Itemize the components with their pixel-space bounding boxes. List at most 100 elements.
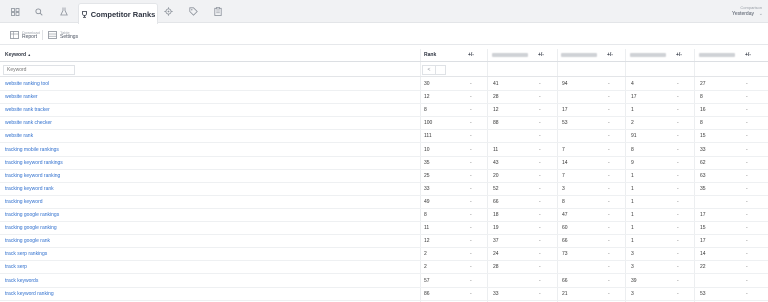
search-icon[interactable] (32, 6, 46, 17)
competitor-4-header[interactable] (699, 52, 735, 58)
diff-column-header[interactable]: +/- (607, 52, 613, 58)
settings-icon[interactable] (161, 6, 175, 17)
flask-icon[interactable] (57, 6, 71, 17)
comparison-selector[interactable]: Comparison Yesterday ⌄ (731, 5, 763, 17)
keyword-filter-input[interactable] (3, 65, 75, 75)
competitor-2-cell: 7 (562, 172, 565, 179)
competitor-3-cell: 1 (631, 198, 634, 205)
competitor-1-diff-cell: - (539, 212, 541, 218)
chevron-down-icon: ⌄ (758, 11, 763, 17)
competitor-4-diff-cell: - (746, 133, 748, 140)
competitor-4-cell: 8 (700, 120, 703, 127)
competitor-3-diff-cell: - (677, 94, 679, 101)
keyword-link[interactable]: tracking mobile rankings (5, 147, 59, 153)
competitor-4-diff-cell: - (746, 81, 748, 87)
competitor-1-cell: 20 (493, 172, 499, 179)
competitor-1-diff-cell: - (539, 251, 541, 258)
diff-column-header[interactable]: +/- (468, 52, 474, 58)
competitor-1-cell: 28 (493, 264, 499, 271)
keyword-link[interactable]: tracking keyword ranking (5, 173, 60, 179)
rank-cell: 12 (424, 94, 430, 101)
tag-icon[interactable] (186, 6, 200, 17)
competitor-1-cell: 28 (493, 94, 499, 101)
competitor-2-cell: 94 (562, 81, 568, 87)
diff-column-header[interactable]: +/- (538, 52, 544, 58)
download-report-button[interactable]: Download Report (10, 28, 40, 41)
keyword-header-label: Keyword (5, 52, 27, 58)
competitor-3-diff-cell: - (677, 212, 679, 218)
rank-cell: 49 (424, 198, 430, 205)
competitor-1-diff-cell: - (539, 107, 541, 114)
competitor-2-cell: 66 (562, 238, 568, 245)
competitor-3-cell: 1 (631, 212, 634, 218)
table-row: website ranking tool 30 - 41 - 94 - 4 - 27 - (0, 78, 768, 91)
competitor-3-cell: 8 (631, 146, 634, 153)
competitor-1-diff-cell: - (539, 146, 541, 153)
competitor-3-diff-cell: - (677, 277, 679, 284)
keyword-link[interactable]: tracking google rankings (5, 212, 59, 218)
clipboard-icon[interactable] (211, 6, 225, 17)
keyword-link[interactable]: website rank tracker (5, 107, 50, 113)
competitor-3-cell: 2 (631, 120, 634, 127)
competitor-4-cell: 16 (700, 107, 706, 114)
keyword-link[interactable]: website rank (5, 133, 33, 139)
table-row: tracking keyword ranking 25 - 20 - 7 - 1 - 63 - (0, 170, 768, 183)
keyword-link[interactable]: track serp (5, 264, 27, 270)
trophy-icon (81, 10, 87, 18)
competitor-2-diff-cell: - (608, 107, 610, 114)
competitor-1-header[interactable] (492, 52, 528, 58)
dashboard-icon[interactable] (8, 6, 22, 17)
competitor-3-cell: 91 (631, 133, 637, 140)
keyword-link[interactable]: track serp rankings (5, 251, 47, 257)
competitor-3-cell: 1 (631, 238, 634, 245)
keyword-link[interactable]: tracking keyword (5, 199, 43, 205)
tab-competitor-ranks[interactable]: Competitor Ranks (78, 3, 158, 24)
diff-column-header[interactable]: +/- (676, 52, 682, 58)
competitor-2-header[interactable] (561, 52, 597, 58)
table-row: website rank 111 - - - 91 - 15 - (0, 130, 768, 144)
rank-diff-cell: - (470, 172, 472, 179)
competitor-3-diff-cell: - (677, 225, 679, 232)
rank-filter-operator[interactable]: < (422, 65, 436, 75)
competitor-3-cell: 9 (631, 159, 634, 166)
rank-diff-cell: - (470, 159, 472, 166)
competitor-4-diff-cell: - (746, 251, 748, 258)
rank-diff-cell: - (470, 133, 472, 140)
rank-filter-input[interactable] (436, 65, 446, 75)
diff-column-header[interactable]: +/- (745, 52, 751, 58)
keyword-column-header[interactable]: Keyword ▲ (5, 52, 31, 58)
competitor-1-cell: 37 (493, 238, 499, 245)
table-settings-button[interactable]: Table Settings (48, 28, 78, 41)
table-row: tracking google ranking 11 - 19 - 60 - 1 - 15 - (0, 222, 768, 236)
competitor-3-cell: 3 (631, 264, 634, 271)
competitor-3-cell: 1 (631, 172, 634, 179)
competitor-3-header[interactable] (630, 52, 666, 58)
rank-cell: 2 (424, 264, 427, 271)
keyword-link[interactable]: website rank checker (5, 120, 52, 126)
competitor-4-cell: 14 (700, 251, 706, 258)
comparison-value: Yesterday (731, 11, 754, 17)
competitor-3-diff-cell: - (677, 238, 679, 245)
competitor-2-diff-cell: - (608, 277, 610, 284)
keyword-link[interactable]: tracking keyword rank (5, 186, 54, 192)
competitor-2-diff-cell: - (608, 264, 610, 271)
rank-column-header[interactable]: Rank (424, 52, 436, 58)
table-row: tracking keyword rankings 35 - 43 - 14 - 9 - 62 - (0, 157, 768, 170)
competitor-1-cell: 19 (493, 225, 499, 232)
competitor-4-diff-cell: - (746, 198, 748, 205)
keyword-link[interactable]: track keyword ranking (5, 291, 54, 297)
competitor-1-diff-cell: - (539, 133, 541, 140)
keyword-link[interactable]: tracking keyword rankings (5, 160, 63, 166)
competitor-3-cell: 1 (631, 107, 634, 114)
rank-cell: 2 (424, 251, 427, 258)
keyword-link[interactable]: tracking google ranking (5, 225, 57, 231)
keyword-link[interactable]: website ranking tool (5, 81, 49, 87)
keyword-link[interactable]: track keywords (5, 278, 38, 284)
competitor-4-diff-cell: - (746, 212, 748, 218)
keyword-link[interactable]: website ranker (5, 94, 38, 100)
keyword-link[interactable]: tracking google rank (5, 238, 50, 244)
competitor-4-diff-cell: - (746, 146, 748, 153)
competitor-4-cell: 15 (700, 133, 706, 140)
redacted-domain (699, 52, 735, 57)
competitor-3-diff-cell: - (677, 198, 679, 205)
